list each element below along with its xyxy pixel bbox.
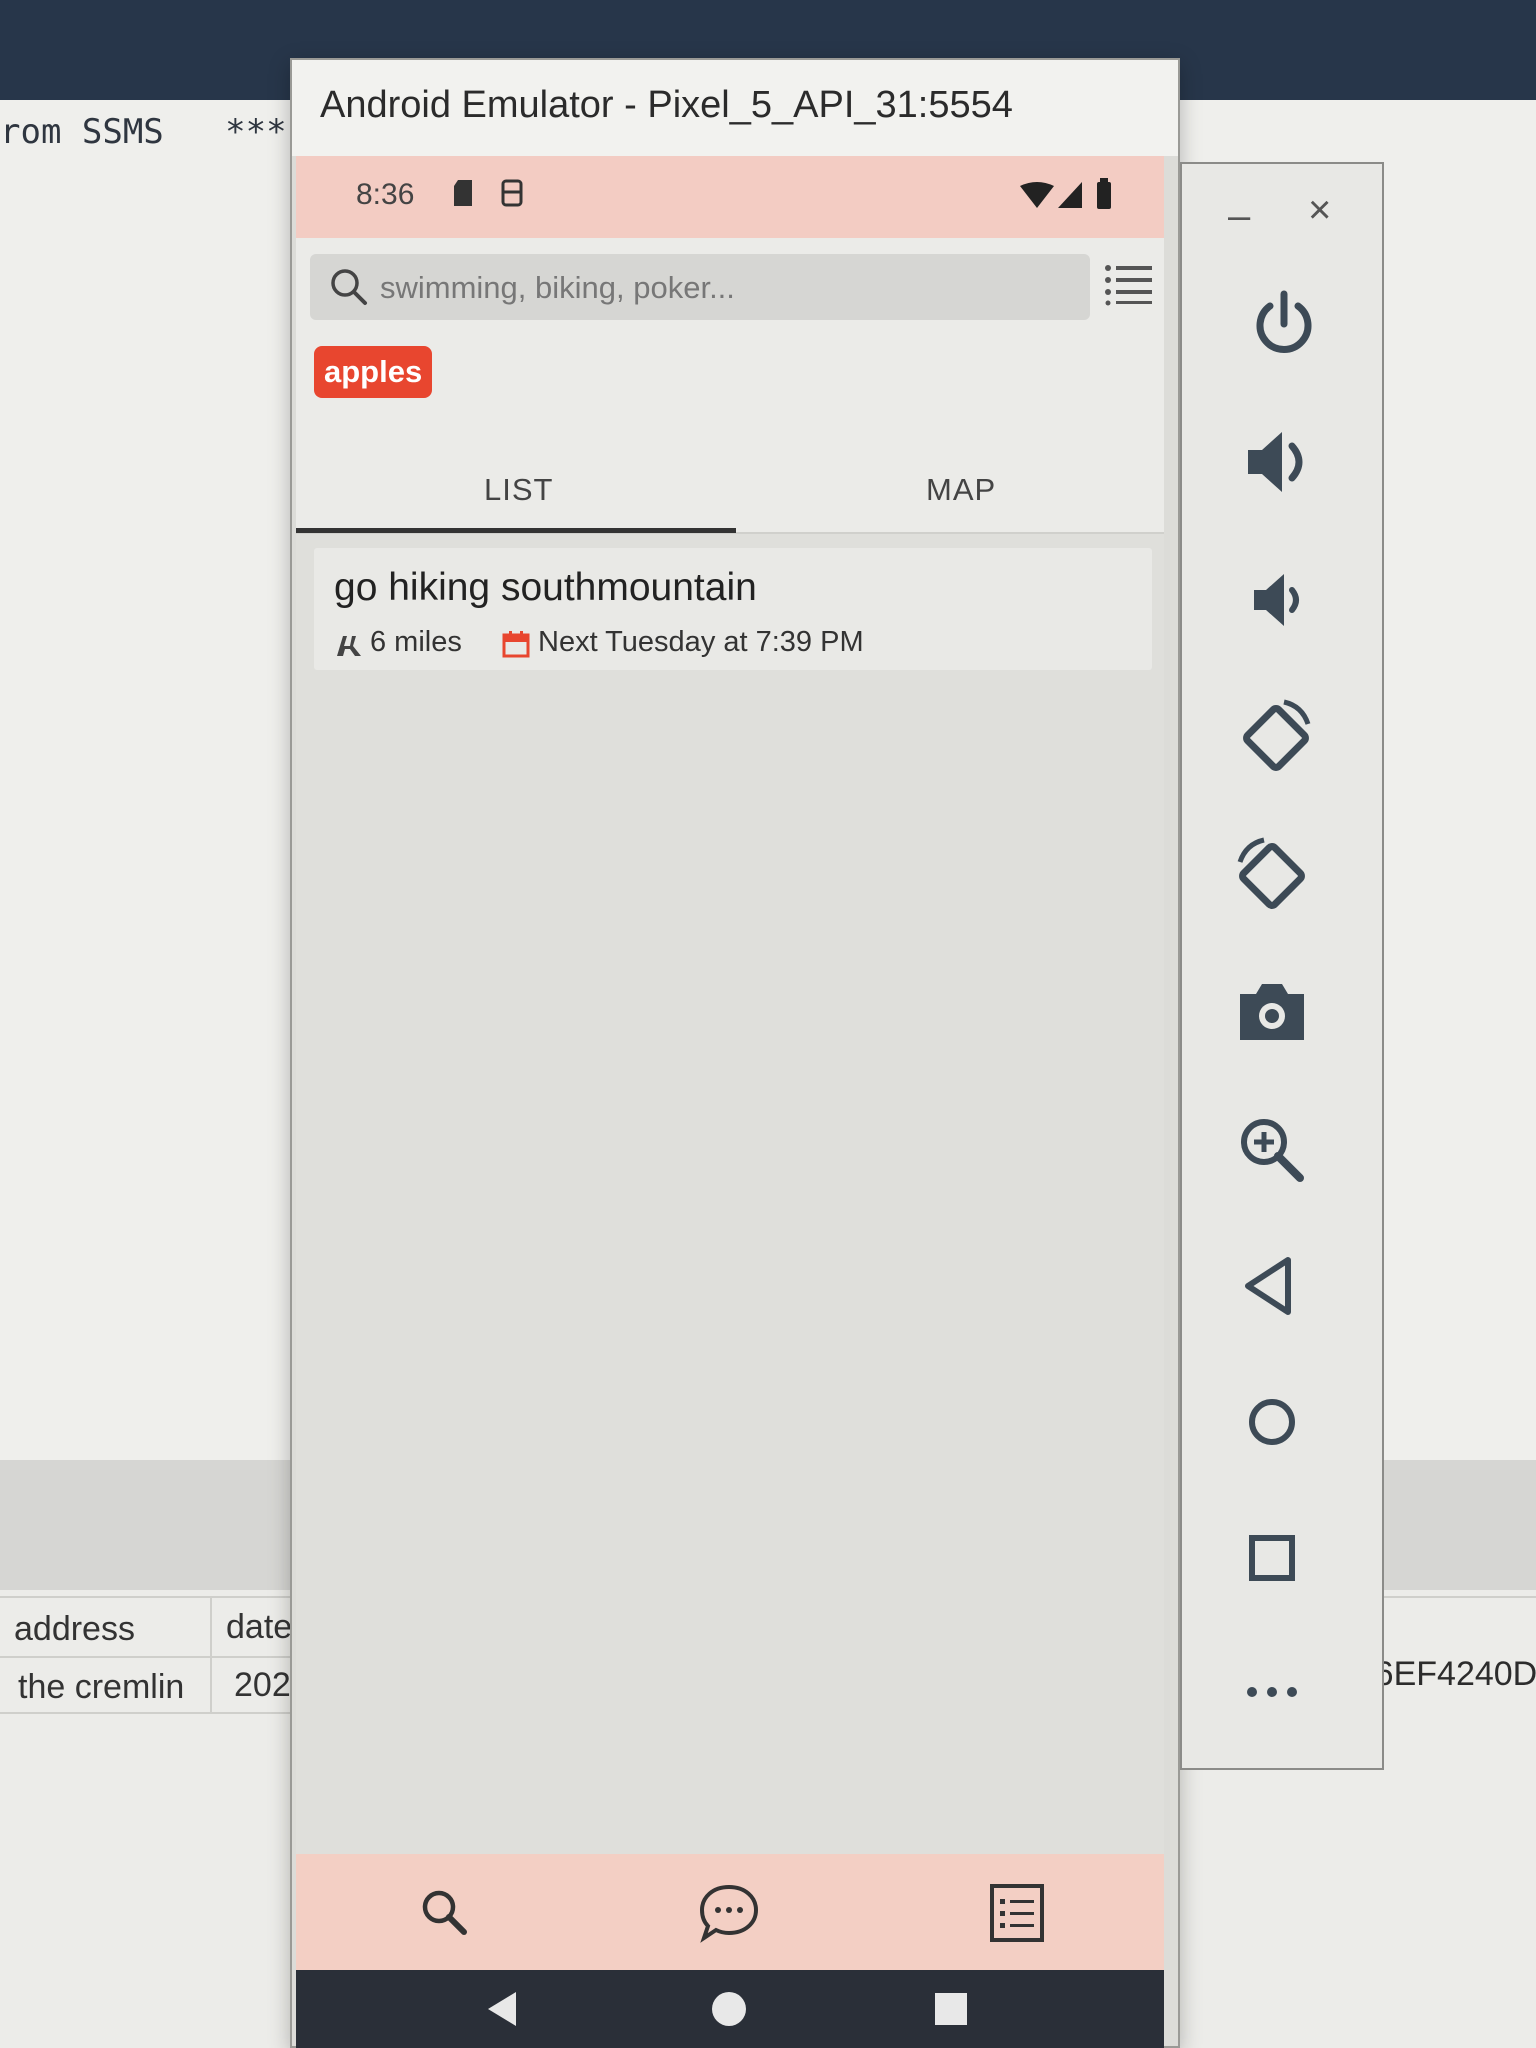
- search-placeholder: swimming, biking, poker...: [380, 270, 735, 305]
- tab-list[interactable]: LIST: [484, 472, 553, 508]
- back-icon[interactable]: [480, 1984, 530, 2034]
- more-icon[interactable]: [1232, 1652, 1312, 1732]
- zoom-icon[interactable]: [1232, 1110, 1312, 1190]
- chat-icon[interactable]: [698, 1882, 760, 1944]
- emulator-side-toolbar: – ×: [1180, 162, 1384, 1770]
- wifi-icon: [1020, 182, 1054, 208]
- system-navigation-bar: [296, 1970, 1164, 2048]
- list-icon[interactable]: [986, 1882, 1048, 1944]
- overview-icon[interactable]: [1232, 1518, 1312, 1598]
- bottom-navigation: [296, 1854, 1164, 1970]
- activity-title: go hiking southmountain: [334, 566, 757, 609]
- status-time: 8:36: [356, 178, 415, 211]
- tab-bar: LIST MAP: [296, 448, 1164, 534]
- tab-indicator: [296, 528, 736, 533]
- search-icon[interactable]: [414, 1882, 476, 1944]
- camera-icon[interactable]: [1232, 972, 1312, 1052]
- activity-distance: 6 miles: [370, 626, 462, 658]
- rotate-right-icon[interactable]: [1232, 836, 1312, 916]
- back-icon[interactable]: [1232, 1246, 1312, 1326]
- app-header: swimming, biking, poker... apples: [296, 238, 1164, 448]
- filter-list-icon[interactable]: [1102, 260, 1156, 306]
- recents-icon[interactable]: [926, 1984, 976, 2034]
- tab-map[interactable]: MAP: [926, 472, 996, 508]
- phone-screen: 8:36 swimming, biking, poker... apples L…: [296, 156, 1164, 2048]
- grid-cell-date[interactable]: 202: [234, 1666, 291, 1705]
- grid-header-address: address: [14, 1610, 135, 1648]
- grid-cell-address[interactable]: the cremlin: [18, 1668, 184, 1707]
- grid-line: [0, 1712, 290, 1714]
- volume-down-icon[interactable]: [1240, 560, 1320, 640]
- home-icon[interactable]: [1232, 1382, 1312, 1462]
- grid-header-date: date: [226, 1608, 293, 1646]
- sd-card-icon: [454, 180, 472, 206]
- grid-line: [210, 1596, 212, 1712]
- minimize-button[interactable]: –: [1228, 194, 1250, 239]
- close-button[interactable]: ×: [1308, 188, 1331, 233]
- editor-text-line: rom SSMS ***: [0, 112, 287, 152]
- activity-card[interactable]: go hiking southmountain 6 miles Next Tue…: [314, 548, 1152, 670]
- grid-line: [0, 1656, 290, 1658]
- status-bar: 8:36: [296, 156, 1164, 238]
- search-field[interactable]: swimming, biking, poker...: [310, 254, 1090, 320]
- activity-time: Next Tuesday at 7:39 PM: [538, 626, 864, 658]
- home-icon[interactable]: [704, 1984, 754, 2034]
- search-icon: [331, 269, 367, 305]
- hiking-icon: [337, 636, 361, 656]
- window-title: Android Emulator - Pixel_5_API_31:5554: [320, 84, 1013, 126]
- storage-icon: [501, 179, 523, 207]
- calendar-icon: [502, 631, 530, 658]
- rotate-left-icon[interactable]: [1236, 698, 1316, 778]
- signal-icon: [1058, 182, 1082, 208]
- power-icon[interactable]: [1244, 284, 1324, 364]
- volume-up-icon[interactable]: [1240, 422, 1320, 502]
- emulator-title-bar[interactable]: Android Emulator - Pixel_5_API_31:5554: [292, 60, 1178, 156]
- activity-list: go hiking southmountain 6 miles Next Tue…: [296, 534, 1164, 1854]
- emulator-window: Android Emulator - Pixel_5_API_31:5554 8…: [290, 58, 1180, 2048]
- battery-icon: [1097, 178, 1111, 209]
- filter-chip[interactable]: apples: [314, 346, 433, 398]
